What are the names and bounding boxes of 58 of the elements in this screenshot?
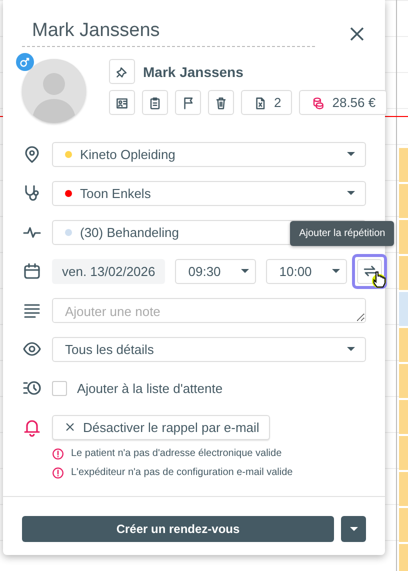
calendar-event[interactable]	[399, 400, 408, 434]
waitlist-clock-icon	[22, 378, 42, 398]
calendar-icon	[22, 261, 42, 281]
start-time-select[interactable]: 09:30	[175, 258, 256, 284]
calendar-event[interactable]	[399, 508, 408, 542]
dropdown-button[interactable]	[341, 516, 366, 542]
count-text: 2	[274, 95, 282, 110]
caret-icon	[347, 347, 355, 351]
location-icon	[22, 144, 42, 164]
create-button[interactable]: Créer un rendez-vous	[22, 516, 334, 542]
bell-icon	[22, 417, 42, 437]
avatar	[22, 59, 86, 123]
visibility-text: Tous les détails	[65, 342, 154, 356]
visibility-select[interactable]: Tous les détails	[52, 336, 366, 362]
caret-icon	[332, 269, 340, 273]
calendar-event[interactable]	[399, 364, 408, 398]
balance-button[interactable]: 28.56 €	[299, 90, 387, 115]
calendar-event[interactable]	[399, 148, 408, 182]
eye-icon	[22, 339, 42, 359]
clipboard-button[interactable]	[142, 90, 168, 115]
tooltip: Ajouter la répétition	[290, 220, 394, 246]
warning-text: Le patient n'a pas d'adresse électronique valide	[71, 448, 282, 459]
documents-button[interactable]: 2	[241, 90, 292, 115]
waitlist-checkbox[interactable]	[52, 380, 67, 396]
location-select[interactable]: Kineto Opleiding	[52, 142, 366, 166]
balance-text: 28.56 €	[332, 95, 376, 110]
alert-icon	[51, 446, 65, 460]
treatment-text: (30) Behandeling	[80, 224, 180, 240]
time-text: 10:00	[279, 264, 312, 278]
trash-button[interactable]	[208, 90, 234, 115]
card-button[interactable]	[109, 90, 135, 115]
calendar-event[interactable]	[399, 184, 408, 218]
practitioner-select[interactable]: Toon Enkels	[52, 180, 366, 206]
calendar-event[interactable]	[399, 328, 408, 362]
window-title: Mark Janssens	[22, 20, 315, 47]
location-text: Kineto Opleiding	[80, 146, 176, 162]
note-field[interactable]: Ajouter une note	[52, 298, 366, 322]
time-text: 09:30	[188, 264, 221, 278]
waitlist-label: Ajouter à la liste d'attente	[77, 380, 223, 396]
calendar-event[interactable]	[399, 544, 408, 571]
pin-button[interactable]	[109, 59, 135, 84]
flag-button[interactable]	[175, 90, 201, 115]
calendar-event[interactable]	[399, 256, 408, 290]
date-field[interactable]: ven. 13/02/2026	[52, 258, 166, 284]
reminder-button[interactable]: Désactiver le rappel par e-mail	[52, 414, 270, 440]
end-time-select[interactable]: 10:00	[266, 258, 348, 284]
alert-icon	[51, 466, 65, 480]
caret-icon	[350, 527, 358, 531]
calendar-event[interactable]	[399, 220, 408, 254]
warning-text: L'expéditeur n'a pas de configuration e-mail valide	[71, 467, 293, 478]
patient-name: Mark Janssens	[143, 64, 244, 80]
practitioner-text: Toon Enkels	[80, 186, 151, 200]
caret-icon	[347, 152, 355, 156]
caret-icon	[347, 191, 355, 195]
calendar-event[interactable]	[399, 292, 408, 326]
caret-icon	[240, 269, 249, 273]
calendar-event[interactable]	[399, 472, 408, 506]
calendar-event[interactable]	[399, 436, 408, 470]
